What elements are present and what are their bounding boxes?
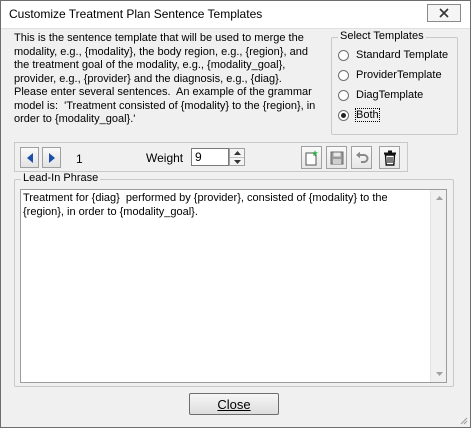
trash-icon [383,150,396,166]
vertical-scrollbar[interactable] [430,190,446,382]
undo-icon [355,151,368,163]
radio-button[interactable] [338,89,349,101]
weight-input[interactable] [191,148,229,166]
scroll-down-icon [435,372,443,376]
lead-in-textarea[interactable]: Treatment for {diag} performed by {provi… [20,189,447,383]
radio-provider-template[interactable]: ProviderTemplate [338,67,442,83]
new-document-icon [305,149,318,165]
delete-button[interactable] [379,146,400,169]
lead-in-legend: Lead-In Phrase [21,172,101,184]
next-arrow-icon [48,152,55,163]
window-close-button[interactable] [427,4,461,22]
radio-button[interactable] [338,49,349,61]
radio-label: Both [355,108,380,122]
window-title: Customize Treatment Plan Sentence Templa… [9,7,263,21]
spin-up-button[interactable] [230,149,244,157]
record-number: 1 [76,152,83,166]
prev-arrow-icon [26,152,33,163]
radio-label: DiagTemplate [356,89,424,101]
record-toolbar: 1 Weight [14,142,408,172]
spin-down-icon [233,159,241,164]
radio-both[interactable]: Both [338,107,380,123]
instructions-text: This is the sentence template that will … [14,32,316,125]
dialog-window: Customize Treatment Plan Sentence Templa… [0,0,471,428]
scroll-up-button[interactable] [431,190,447,206]
previous-record-button[interactable] [20,147,39,168]
close-button-label: Close [217,396,251,412]
radio-label: Standard Template [356,49,449,61]
close-button[interactable]: Close [189,393,279,415]
resize-grip-icon[interactable] [458,415,468,425]
weight-spinner[interactable] [229,148,245,166]
scroll-up-icon [435,196,443,200]
lead-in-phrase-group: Lead-In Phrase Treatment for {diag} perf… [14,172,454,387]
radio-button-selected[interactable] [338,109,349,121]
weight-label: Weight [146,151,184,165]
new-template-button[interactable] [301,146,322,169]
radio-diag-template[interactable]: DiagTemplate [338,87,423,103]
select-templates-group: Select Templates Standard Template Provi… [331,30,458,135]
undo-button[interactable] [351,146,372,169]
select-templates-legend: Select Templates [338,30,426,42]
close-icon [439,8,449,18]
spin-down-button[interactable] [230,157,244,165]
radio-button[interactable] [338,69,349,81]
scroll-down-button[interactable] [431,366,447,382]
title-bar[interactable]: Customize Treatment Plan Sentence Templa… [1,1,470,29]
radio-label: ProviderTemplate [356,69,442,81]
spin-up-icon [233,151,241,155]
radio-standard-template[interactable]: Standard Template [338,47,448,63]
save-button[interactable] [326,146,347,169]
save-disk-icon [330,151,343,164]
lead-in-text: Treatment for {diag} performed by {provi… [23,192,388,218]
radio-selected-dot [341,112,346,118]
next-record-button[interactable] [42,147,61,168]
